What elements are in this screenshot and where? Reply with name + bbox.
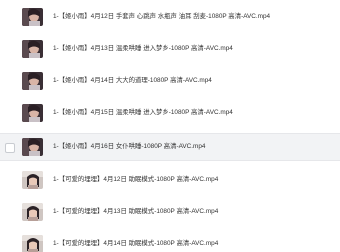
file-name: 1-【姬小雨】4月15日 温柔哄睡 进入梦乡-1080P 高清-AVC.mp4 bbox=[53, 109, 233, 116]
video-thumbnail-icon bbox=[22, 235, 43, 252]
video-thumbnail-icon bbox=[22, 104, 43, 122]
video-thumbnail-icon bbox=[22, 40, 43, 58]
video-thumbnail-icon bbox=[22, 72, 43, 90]
file-row[interactable]: 1-【可爱的埋埋】4月14日 助眠模式-1080P 高清-AVC.mp4 bbox=[0, 231, 340, 252]
file-row[interactable]: 1-【姬小雨】4月12日 手套声 心跳声 水瓶声 油耳 刮麦-1080P 高清-… bbox=[0, 4, 340, 32]
file-row[interactable]: 1-【可爱的埋埋】4月12日 助眠模式-1080P 高清-AVC.mp4 bbox=[0, 167, 340, 195]
file-list: 1-【姬小雨】4月12日 手套声 心跳声 水瓶声 油耳 刮麦-1080P 高清-… bbox=[0, 0, 340, 252]
file-name: 1-【姬小雨】4月12日 手套声 心跳声 水瓶声 油耳 刮麦-1080P 高清-… bbox=[53, 13, 271, 20]
file-name: 1-【可爱的埋埋】4月12日 助眠模式-1080P 高清-AVC.mp4 bbox=[53, 176, 219, 183]
file-row[interactable]: 1-【姬小雨】4月13日 温柔哄睡 进入梦乡-1080P 高清-AVC.mp4 bbox=[0, 36, 340, 64]
file-row-selected[interactable]: 1-【姬小雨】4月16日 女仆哄睡-1080P 高清-AVC.mp4 bbox=[0, 133, 340, 161]
file-row[interactable]: 1-【可爱的埋埋】4月13日 助眠模式-1080P 高清-AVC.mp4 bbox=[0, 199, 340, 227]
file-row[interactable]: 1-【姬小雨】4月15日 温柔哄睡 进入梦乡-1080P 高清-AVC.mp4 bbox=[0, 100, 340, 128]
video-thumbnail-icon bbox=[22, 203, 43, 221]
video-thumbnail-icon bbox=[22, 8, 43, 26]
file-name: 1-【可爱的埋埋】4月13日 助眠模式-1080P 高清-AVC.mp4 bbox=[53, 208, 219, 215]
video-thumbnail-icon bbox=[22, 171, 43, 189]
file-row[interactable]: 1-【姬小雨】4月14日 大大的道理-1080P 高清-AVC.mp4 bbox=[0, 68, 340, 96]
file-name: 1-【姬小雨】4月16日 女仆哄睡-1080P 高清-AVC.mp4 bbox=[53, 143, 206, 150]
video-thumbnail-icon bbox=[22, 138, 43, 156]
file-name: 1-【姬小雨】4月13日 温柔哄睡 进入梦乡-1080P 高清-AVC.mp4 bbox=[53, 45, 233, 52]
file-name: 1-【可爱的埋埋】4月14日 助眠模式-1080P 高清-AVC.mp4 bbox=[53, 240, 219, 247]
file-name: 1-【姬小雨】4月14日 大大的道理-1080P 高清-AVC.mp4 bbox=[53, 77, 212, 84]
row-checkbox[interactable] bbox=[5, 143, 15, 153]
